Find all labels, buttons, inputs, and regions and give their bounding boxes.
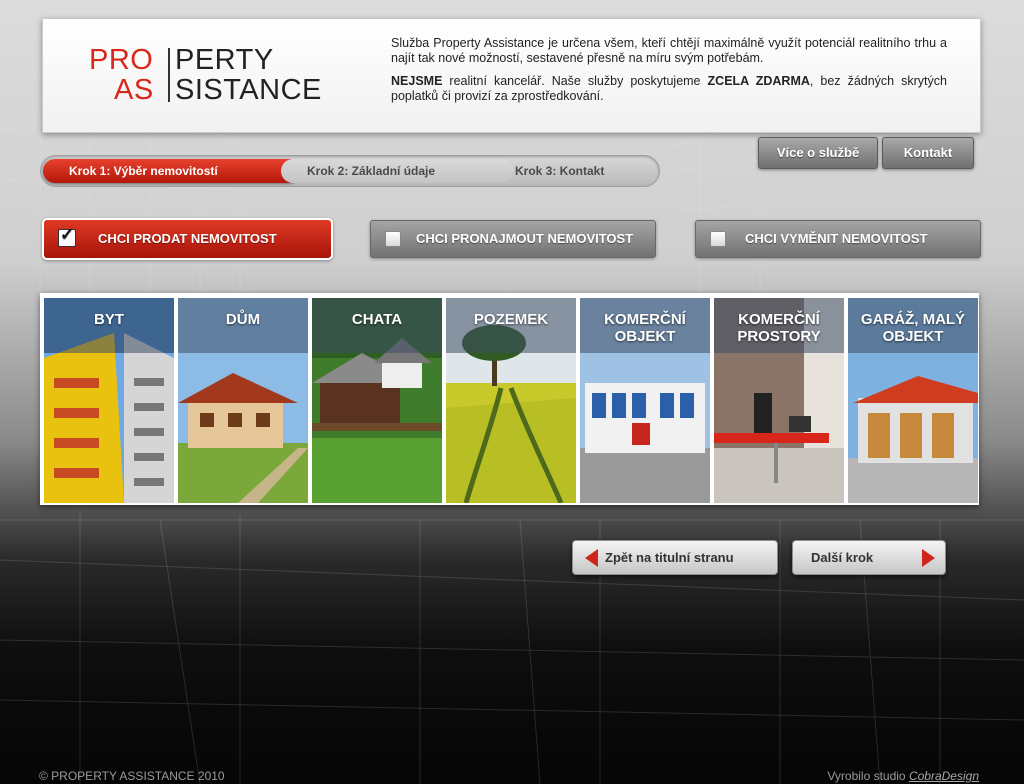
intro-text: Služba Property Assistance je určena vše… <box>391 36 947 112</box>
tile-dum[interactable]: DŮM <box>178 298 308 503</box>
tile-caption: CHATA <box>312 298 442 353</box>
tile-caption: GARÁŽ, MALÝ OBJEKT <box>848 298 978 353</box>
checkbox[interactable] <box>710 231 726 247</box>
option-rent[interactable]: CHCI PRONAJMOUT NEMOVITOST <box>370 220 656 258</box>
option-exchange[interactable]: CHCI VYMĚNIT NEMOVITOST <box>695 220 981 258</box>
tile-chata[interactable]: CHATA <box>312 298 442 503</box>
tile-label-byt: BYT <box>94 311 124 328</box>
tile-label-dum: DŮM <box>225 311 261 328</box>
credits: Vyrobilo studio CobraDesign <box>827 769 979 783</box>
tile-caption: BYT <box>44 298 174 353</box>
option-rent-label: CHCI PRONAJMOUT NEMOVITOST <box>416 231 634 246</box>
tile-garaz[interactable]: GARÁŽ, MALÝ OBJEKT <box>848 298 978 503</box>
step-1[interactable]: Krok 1: Výběr nemovitostí <box>43 159 301 183</box>
intro-bold-zdarma: ZCELA ZDARMA <box>707 74 810 88</box>
option-sell-label: CHCI PRODAT NEMOVITOST <box>98 231 277 246</box>
tile-komercni-objekt[interactable]: KOMERČNÍ OBJEKT <box>580 298 710 503</box>
tile-pozemek[interactable]: POZEMEK <box>446 298 576 503</box>
credits-label: Vyrobilo studio <box>827 769 909 783</box>
back-label: Zpět na titulní stranu <box>605 550 734 565</box>
arrow-left-icon <box>585 549 598 567</box>
back-to-home-button[interactable]: Zpět na titulní stranu <box>572 540 778 575</box>
intro-paragraph-2: NEJSME realitní kancelář. Naše služby po… <box>391 74 947 104</box>
tile-caption: KOMERČNÍ PROSTORY <box>714 298 844 353</box>
checkbox[interactable] <box>385 231 401 247</box>
logo[interactable]: PRO PERTY AS SISTANCE <box>89 45 349 105</box>
option-exchange-label: CHCI VYMĚNIT NEMOVITOST <box>745 231 928 246</box>
tile-byt[interactable]: BYT <box>44 298 174 503</box>
logo-as: AS <box>114 74 154 106</box>
tile-label-komercni-prostory: KOMERČNÍ PROSTORY <box>737 311 821 345</box>
more-about-service-button[interactable]: Více o službě <box>758 137 878 169</box>
studio-link[interactable]: CobraDesign <box>909 769 979 783</box>
tile-caption: POZEMEK <box>446 298 576 353</box>
contact-button[interactable]: Kontakt <box>882 137 974 169</box>
tile-label-komercni-objekt: KOMERČNÍ OBJEKT <box>604 311 686 345</box>
steps-bar: Krok 1: Výběr nemovitostí Krok 2: Základ… <box>40 155 660 187</box>
logo-pro: PRO <box>89 44 154 76</box>
property-types: BYT DŮM CHATA POZEMEK KOMERČNÍ OBJEKT KO… <box>40 293 979 505</box>
tile-label-garaz: GARÁŽ, MALÝ OBJEKT <box>860 311 966 345</box>
tile-label-chata: CHATA <box>351 311 403 328</box>
step-2[interactable]: Krok 2: Základní údaje <box>281 159 513 183</box>
tile-komercni-prostory[interactable]: KOMERČNÍ PROSTORY <box>714 298 844 503</box>
tile-caption: KOMERČNÍ OBJEKT <box>580 298 710 353</box>
tile-caption: DŮM <box>178 298 308 353</box>
tile-label-pozemek: POZEMEK <box>473 311 549 328</box>
logo-perty: PERTY <box>175 44 274 76</box>
arrow-right-icon <box>922 549 935 567</box>
next-step-button[interactable]: Další krok <box>792 540 946 575</box>
header-panel: PRO PERTY AS SISTANCE Služba Property As… <box>42 18 981 133</box>
copyright: © PROPERTY ASSISTANCE 2010 <box>39 769 225 783</box>
check-icon: ✓ <box>60 225 75 244</box>
option-sell[interactable]: ✓ CHCI PRODAT NEMOVITOST <box>42 218 333 260</box>
checkbox-checked[interactable]: ✓ <box>58 225 76 247</box>
intro-paragraph-1: Služba Property Assistance je určena vše… <box>391 36 947 65</box>
intro-text-1: realitní kancelář. Naše služby poskytuje… <box>442 74 708 88</box>
intro-bold-nejsme: NEJSME <box>391 74 443 88</box>
next-label: Další krok <box>811 550 874 565</box>
logo-divider <box>168 48 170 102</box>
logo-sistance: SISTANCE <box>175 74 322 106</box>
step-3[interactable]: Krok 3: Kontakt <box>489 159 665 183</box>
